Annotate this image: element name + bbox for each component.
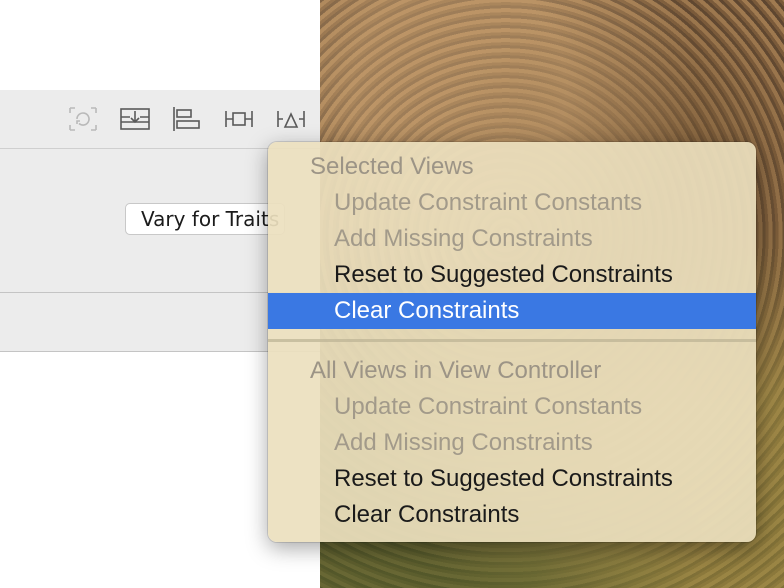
resolve-issues-icon[interactable] xyxy=(68,106,98,132)
menu-item-reset-to-suggested-constraints-all[interactable]: Reset to Suggested Constraints xyxy=(268,461,756,497)
menu-item-add-missing-constraints-all: Add Missing Constraints xyxy=(334,429,593,456)
menu-separator xyxy=(268,339,756,342)
menu-section-header-all-views: All Views in View Controller xyxy=(310,357,602,384)
canvas-toolbar xyxy=(0,90,320,149)
resolve-autolayout-issues-menu: Selected Views Update Constraint Constan… xyxy=(268,142,756,542)
menu-item-clear-constraints[interactable]: Clear Constraints xyxy=(268,293,756,329)
align-icon[interactable] xyxy=(172,106,202,132)
menu-item-add-missing-constraints: Add Missing Constraints xyxy=(334,225,593,252)
menu-item-update-constraint-constants: Update Constraint Constants xyxy=(334,189,643,216)
resolve-autolayout-icon[interactable] xyxy=(276,106,306,132)
embed-in-stack-icon[interactable] xyxy=(120,106,150,132)
menu-item-clear-constraints-all[interactable]: Clear Constraints xyxy=(268,497,756,533)
menu-section-header-selected-views: Selected Views xyxy=(310,153,474,180)
vary-for-traits-button[interactable]: Vary for Traits xyxy=(125,203,285,235)
menu-item-reset-to-suggested-constraints[interactable]: Reset to Suggested Constraints xyxy=(268,257,756,293)
menu-item-update-constraint-constants-all: Update Constraint Constants xyxy=(334,393,643,420)
add-constraints-icon[interactable] xyxy=(224,106,254,132)
